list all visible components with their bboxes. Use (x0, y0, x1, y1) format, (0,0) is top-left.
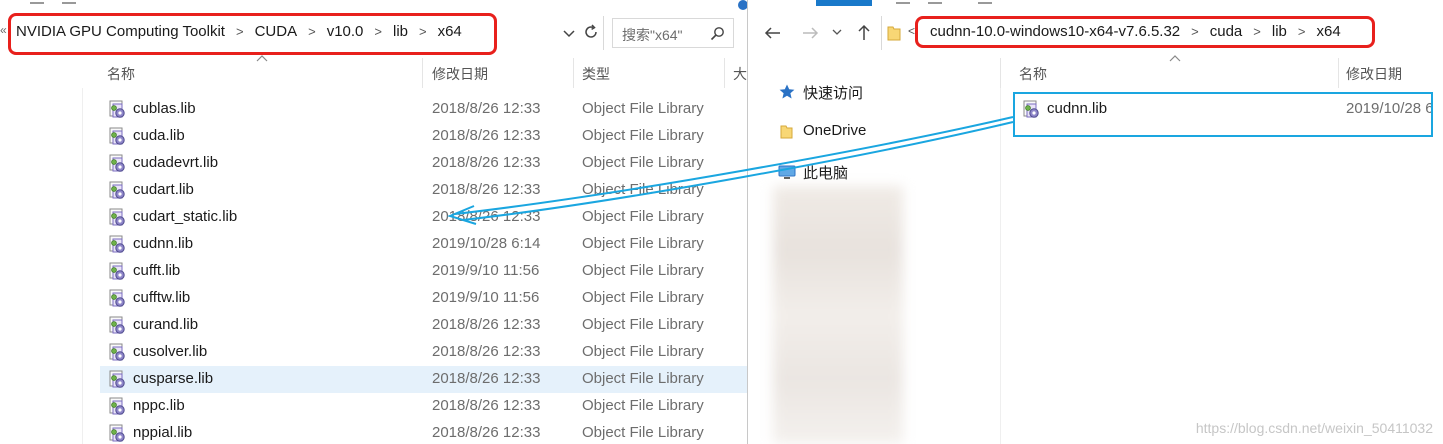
watermark-text: https://blog.csdn.net/weixin_50411032 (1195, 420, 1433, 436)
annotation-arrow (447, 116, 1014, 225)
